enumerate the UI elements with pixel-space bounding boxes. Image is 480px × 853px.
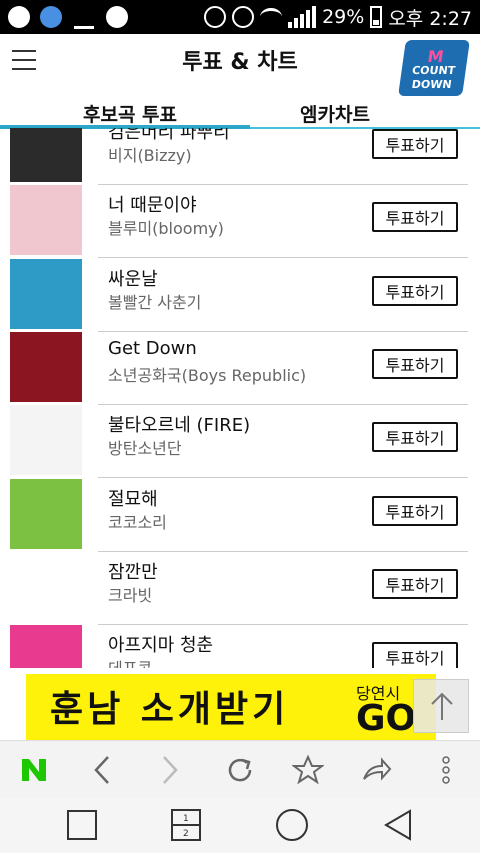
svg-text:2: 2 <box>183 829 189 839</box>
back-nav-icon[interactable] <box>378 806 418 844</box>
mcountdown-logo[interactable]: M COUNT DOWN <box>398 40 470 96</box>
song-artist: 코코소리 <box>108 512 167 532</box>
album-art-image <box>10 128 82 182</box>
vote-button[interactable]: 투표하기 <box>372 422 458 453</box>
list-item: 검은머리 파뿌리 비지(Bizzy) 투표하기 <box>0 128 480 185</box>
vote-button[interactable]: 투표하기 <box>372 129 458 159</box>
song-artist: 소년공화국(Boys Republic) <box>108 365 307 385</box>
leaf-icon <box>106 6 128 28</box>
song-artist: 볼빨간 사춘기 <box>108 292 202 312</box>
vote-button[interactable]: 투표하기 <box>372 568 458 599</box>
signal-icon <box>288 6 317 28</box>
share-icon[interactable] <box>358 753 394 787</box>
tab-bar: 후보곡 투표 엠카차트 <box>0 94 480 129</box>
album-art-image <box>10 478 82 549</box>
forward-icon[interactable] <box>152 753 188 787</box>
alarm-icon <box>232 6 255 28</box>
list-item: 너 때문이야 블루미(bloomy) 투표하기 <box>0 185 480 259</box>
tab-candidate-vote[interactable]: 후보곡 투표 <box>10 100 250 127</box>
album-art-image <box>10 551 82 622</box>
recent-apps-icon[interactable] <box>62 806 102 844</box>
song-title: 너 때문이야 <box>108 195 197 217</box>
more-options-icon[interactable] <box>428 753 464 787</box>
list-item: 싸운날 볼빨간 사춘기 투표하기 <box>0 258 480 332</box>
browser-toolbar <box>0 740 480 799</box>
song-title: 잠깐만 <box>108 561 158 583</box>
album-art-image <box>10 185 82 256</box>
song-artist: 크라빗 <box>108 585 153 605</box>
logo-line-1: M <box>426 47 445 66</box>
song-artist: 방탄소년단 <box>108 439 182 459</box>
vote-button[interactable]: 투표하기 <box>372 495 458 526</box>
samsung-icon <box>40 6 62 28</box>
vote-button[interactable]: 투표하기 <box>372 202 458 233</box>
list-item: 불타오르네 (FIRE) 방탄소년단 투표하기 <box>0 405 480 479</box>
scroll-to-top-button[interactable] <box>413 679 469 733</box>
tab-mcountdown-chart[interactable]: 엠카차트 <box>250 100 420 127</box>
mute-icon <box>204 6 227 28</box>
ad-headline: 훈남 소개받기 <box>50 689 290 730</box>
logo-line-3: DOWN <box>410 78 453 91</box>
list-item: 아프지마 청춘데프콘 투표하기 <box>0 625 480 668</box>
arrow-up-icon <box>431 692 453 720</box>
album-art-image <box>10 625 82 668</box>
song-title: 아프지마 청춘 <box>108 635 214 657</box>
album-art-image <box>10 331 82 402</box>
song-artist: 비지(Bizzy) <box>108 146 192 165</box>
logo-line-2: COUNT <box>411 64 457 77</box>
vote-button[interactable]: 투표하기 <box>372 642 458 668</box>
song-title: 싸운날 <box>108 268 158 290</box>
naver-home-icon[interactable] <box>16 753 52 787</box>
home-icon[interactable] <box>272 806 312 844</box>
album-art-image <box>10 258 82 329</box>
battery-icon <box>370 6 383 28</box>
ringtone-icon <box>74 6 94 29</box>
song-title: Get Down <box>108 337 197 359</box>
list-item: 잠깐만 크라빗 투표하기 <box>0 551 480 625</box>
song-title: 절묘해 <box>108 488 158 510</box>
vote-button[interactable]: 투표하기 <box>372 348 458 379</box>
back-icon[interactable] <box>84 753 120 787</box>
vote-button[interactable]: 투표하기 <box>372 275 458 306</box>
song-title: 불타오르네 (FIRE) <box>108 415 251 437</box>
dual-window-icon[interactable]: 12 <box>166 806 206 844</box>
app-bar: 투표 & 차트 M COUNT DOWN 후보곡 투표 엠카차트 <box>0 34 480 129</box>
bookmark-star-icon[interactable] <box>290 753 326 787</box>
clock: 오후 2:27 <box>388 7 472 30</box>
ad-banner[interactable]: 훈남 소개받기 당연시 GO <box>26 674 436 740</box>
song-artist: 블루미(bloomy) <box>108 219 224 239</box>
wifi-icon <box>260 8 283 26</box>
status-bar: 29% 오후 2:27 <box>0 0 480 34</box>
song-artist: 데프콘 <box>108 655 152 668</box>
svg-text:1: 1 <box>183 814 189 824</box>
system-nav-bar: 12 <box>0 798 480 853</box>
list-item: Get Down 소년공화국(Boys Republic) 투표하기 <box>0 331 480 405</box>
list-item: 절묘해 코코소리 투표하기 <box>0 478 480 552</box>
ad-cta: GO <box>356 698 417 739</box>
battery-percent: 29% <box>322 6 365 28</box>
reload-icon[interactable] <box>222 753 258 787</box>
album-art-image <box>10 405 82 476</box>
song-list: 검은머리 파뿌리 비지(Bizzy) 투표하기 너 때문이야 블루미(bloomy) 투표… <box>0 128 480 668</box>
u-plus-icon <box>8 6 30 28</box>
